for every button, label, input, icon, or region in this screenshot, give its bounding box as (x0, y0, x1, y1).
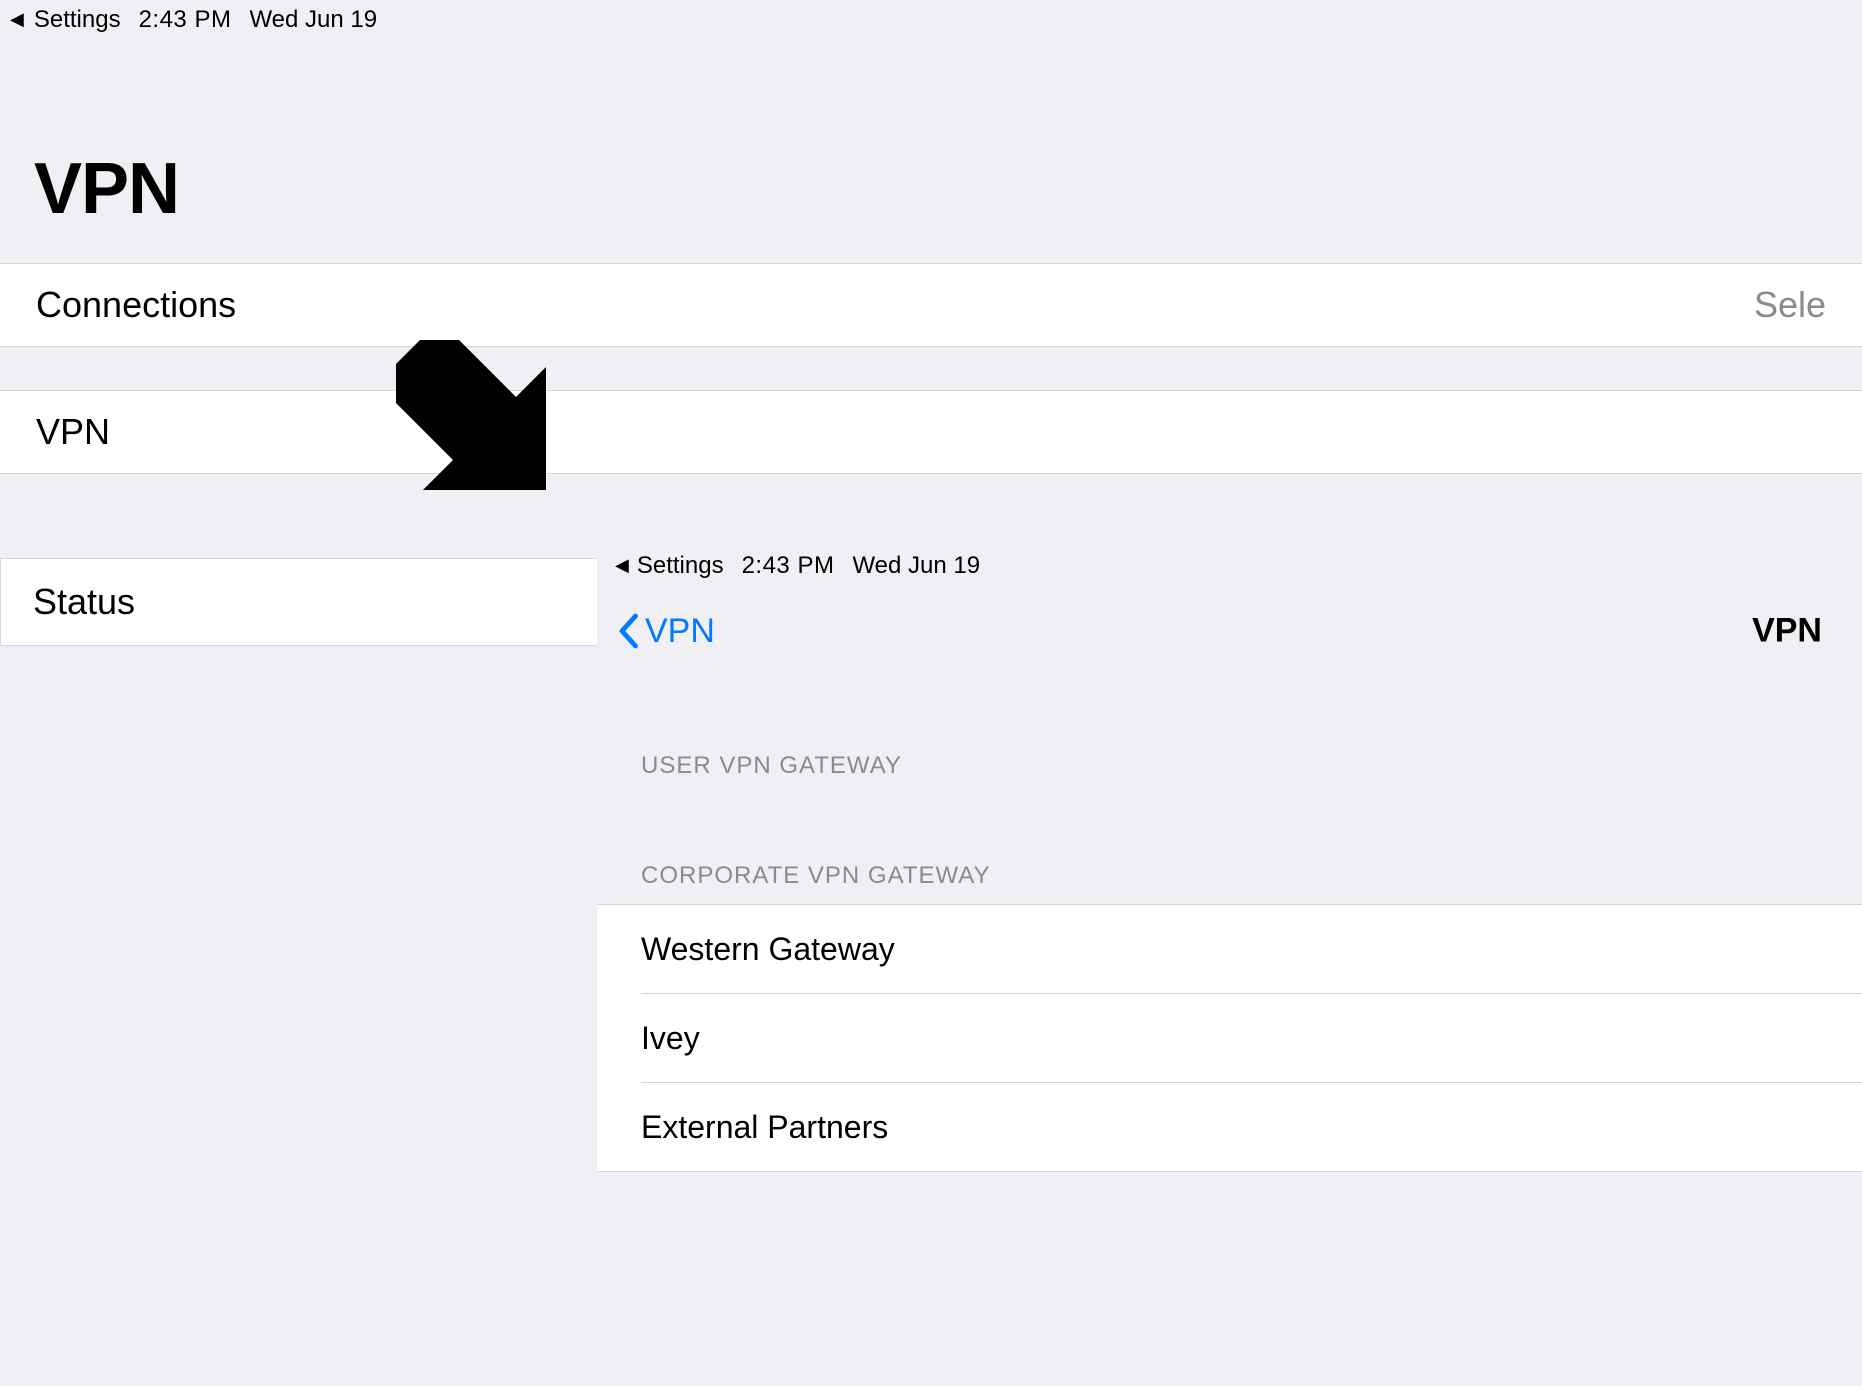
nav-title: VPN (1752, 612, 1822, 651)
statusbar-time: 2:43 PM (742, 552, 835, 580)
back-triangle-icon[interactable]: ◀ (10, 10, 24, 28)
back-triangle-icon[interactable]: ◀ (615, 556, 629, 574)
row-connections-label: Connections (36, 284, 236, 326)
page-title: VPN (34, 148, 179, 230)
statusbar-fg: ◀ Settings 2:43 PM Wed Jun 19 (615, 552, 980, 580)
nav-back-label: VPN (645, 612, 715, 651)
corporate-gateway-list: Western Gateway Ivey External Partners (597, 904, 1862, 1172)
statusbar-back-label[interactable]: Settings (34, 6, 121, 34)
list-item-label: Western Gateway (641, 931, 895, 968)
list-item[interactable]: Western Gateway (597, 905, 1862, 993)
list-item[interactable]: Ivey (597, 994, 1862, 1082)
list-item-label: External Partners (641, 1109, 888, 1146)
statusbar-bg: ◀ Settings 2:43 PM Wed Jun 19 (10, 6, 377, 34)
statusbar-date: Wed Jun 19 (852, 552, 980, 580)
row-connections-action[interactable]: Sele (1754, 284, 1826, 326)
navbar: VPN VPN (597, 598, 1862, 664)
row-vpn[interactable]: VPN (0, 390, 1862, 474)
statusbar-back-label[interactable]: Settings (637, 552, 724, 580)
chevron-left-icon (617, 613, 639, 649)
overlay-screen: ◀ Settings 2:43 PM Wed Jun 19 VPN VPN US… (597, 542, 1862, 1386)
section-header-user-vpn: USER VPN GATEWAY (641, 752, 902, 780)
statusbar-time: 2:43 PM (139, 6, 232, 34)
section-header-corporate-vpn: CORPORATE VPN GATEWAY (641, 862, 990, 890)
statusbar-date: Wed Jun 19 (249, 6, 377, 34)
row-status-label: Status (33, 581, 135, 623)
list-item[interactable]: External Partners (597, 1083, 1862, 1171)
row-connections[interactable]: Connections Sele (0, 263, 1862, 347)
row-vpn-label: VPN (36, 411, 110, 453)
row-status[interactable]: Status (0, 558, 599, 646)
nav-back-button[interactable]: VPN (617, 612, 715, 651)
list-item-label: Ivey (641, 1020, 700, 1057)
